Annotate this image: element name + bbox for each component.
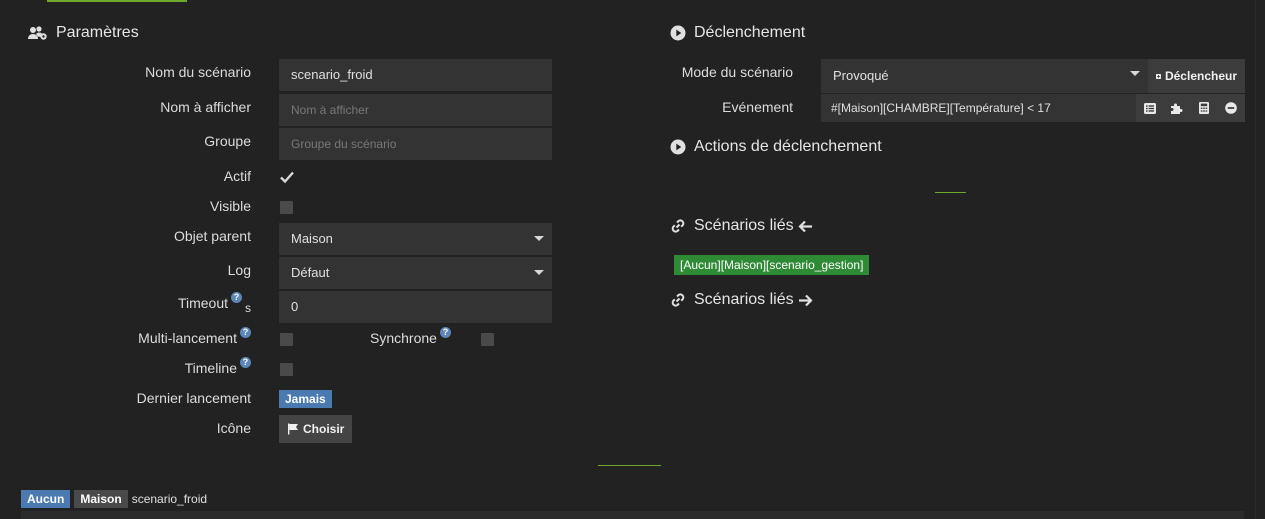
arrow-right-icon (798, 294, 813, 306)
panel-edge (1255, 0, 1256, 519)
log-value: Défaut (291, 265, 330, 280)
last-run-badge: Jamais (279, 390, 332, 408)
scenario-name-label: Nom du scénario (145, 64, 251, 80)
visible-label: Visible (210, 198, 251, 214)
question-circle-icon[interactable]: ? (439, 327, 451, 338)
display-name-input[interactable]: Nom à afficher (279, 94, 552, 126)
choose-icon-button[interactable]: Choisir (279, 415, 353, 443)
timeout-unit: s (245, 301, 251, 315)
last-run-label: Dernier lancement (136, 390, 251, 406)
list-icon (1143, 102, 1156, 114)
footer-scenario-name: scenario_froid (131, 492, 208, 506)
plus-square-icon (1156, 73, 1161, 79)
params-title: Paramètres (56, 24, 139, 41)
footer-panel (21, 511, 1244, 519)
parent-object-select[interactable]: Maison (279, 223, 552, 255)
trigger-title: Déclenchement (694, 24, 806, 41)
question-circle-icon[interactable]: ? (231, 292, 242, 303)
timeline-label: Timeline? (184, 357, 251, 376)
link-icon (671, 293, 685, 307)
add-trigger-button[interactable]: Déclencheur (1148, 59, 1245, 93)
active-checkbox[interactable] (279, 169, 295, 185)
footer-breadcrumb: Aucun Maison scenario_froid (21, 490, 207, 508)
event-label: Evénement (722, 99, 793, 115)
synchronous-label-text: Synchrone (370, 330, 437, 346)
trigger-actions-title: Actions de déclenchement (694, 138, 882, 155)
puzzle-icon (1171, 103, 1183, 114)
multi-launch-label: Multi-lancement? (138, 327, 251, 346)
scenario-mode-select[interactable]: Provoqué (821, 59, 1148, 93)
question-circle-icon[interactable]: ? (240, 327, 251, 338)
params-section-title: Paramètres (28, 24, 139, 42)
users-cog-icon (28, 26, 47, 40)
arrow-left-icon (798, 220, 812, 232)
parent-object-value: Maison (291, 231, 333, 246)
linked-out-section-title: Scénarios liés (670, 291, 813, 309)
linked-scenario-badge[interactable]: [Aucun][Maison][scenario_gestion] (674, 255, 870, 275)
scenario-mode-value: Provoqué (833, 68, 889, 83)
minus-circle-icon (1224, 102, 1237, 114)
linked-in-section-title: Scénarios liés (670, 217, 813, 235)
footer-group-badge: Aucun (21, 490, 71, 508)
group-input[interactable]: Groupe du scénario (279, 128, 552, 160)
trigger-section-title: Déclenchement (670, 24, 805, 42)
actions-divider (935, 192, 966, 193)
multi-launch-label-text: Multi-lancement (138, 330, 237, 346)
icon-label: Icône (216, 420, 251, 436)
linked-in-title: Scénarios liés (694, 217, 794, 234)
flag-icon (288, 423, 298, 435)
play-circle-icon (670, 25, 686, 41)
event-input[interactable]: #[Maison][CHAMBRE][Température] < 17 (821, 94, 1136, 122)
visible-checkbox[interactable] (280, 201, 293, 214)
synchronous-label: Synchrone? (370, 327, 451, 346)
event-list-button[interactable] (1136, 94, 1163, 122)
display-name-label: Nom à afficher (160, 99, 251, 115)
parent-object-label: Objet parent (173, 228, 251, 244)
event-calculator-button[interactable] (1190, 94, 1217, 122)
footer-object-badge: Maison (74, 490, 128, 508)
top-tab-indicator (47, 0, 187, 2)
scenario-mode-label: Mode du scénario (681, 64, 793, 80)
link-icon (671, 219, 685, 233)
log-select[interactable]: Défaut (279, 257, 552, 289)
caret-down-icon (1130, 71, 1140, 76)
calculator-icon (1198, 102, 1209, 114)
active-label: Actif (223, 168, 251, 184)
add-trigger-label: Déclencheur (1164, 69, 1237, 83)
synchronous-checkbox[interactable] (481, 333, 494, 346)
trigger-actions-section-title: Actions de déclenchement (670, 138, 882, 156)
event-remove-button[interactable] (1217, 94, 1244, 122)
multi-launch-checkbox[interactable] (280, 333, 293, 346)
question-circle-icon[interactable]: ? (240, 357, 251, 368)
section-divider (598, 465, 661, 466)
event-actions (1136, 94, 1245, 122)
timeout-input[interactable]: 0 (279, 291, 552, 323)
timeline-checkbox[interactable] (280, 363, 293, 376)
linked-out-title: Scénarios liés (694, 291, 794, 308)
choose-icon-label: Choisir (303, 422, 345, 436)
play-circle-icon (670, 139, 686, 155)
timeout-label: Timeout ?s (177, 292, 251, 315)
scenario-name-input[interactable]: scenario_froid (279, 59, 552, 91)
group-label: Groupe (204, 133, 251, 149)
log-label: Log (227, 262, 251, 278)
event-plugin-button[interactable] (1163, 94, 1190, 122)
timeout-label-text: Timeout (177, 295, 228, 311)
timeline-label-text: Timeline (184, 360, 237, 376)
